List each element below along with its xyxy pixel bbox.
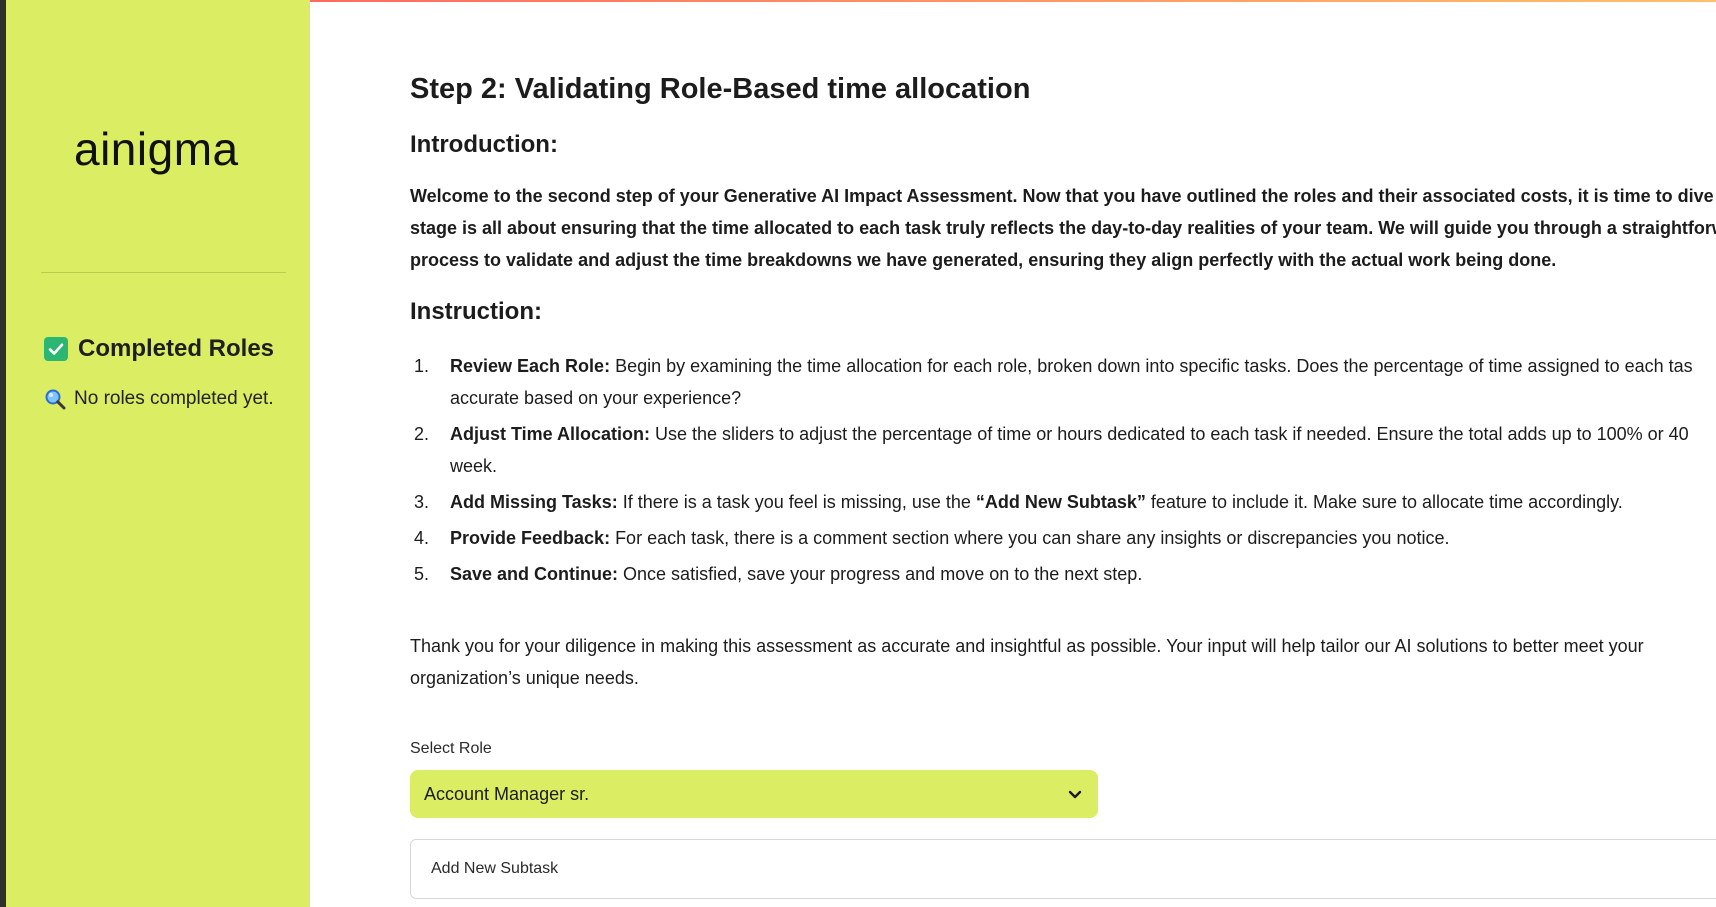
step-number: 2.	[414, 424, 430, 444]
step-text: Use the sliders to adjust the percentage…	[650, 424, 1689, 444]
introduction-text: Welcome to the second step of your Gener…	[410, 180, 1716, 276]
thanks-line: organization’s unique needs.	[410, 668, 639, 688]
instruction-step: 3. Add Missing Tasks: If there is a task…	[410, 486, 1716, 518]
select-role-dropdown[interactable]: Account Manager sr.	[410, 770, 1098, 818]
step-number: 1.	[414, 356, 430, 376]
completed-roles-title: Completed Roles	[78, 335, 275, 362]
step-title: Review Each Role:	[450, 356, 611, 376]
step-number: 3.	[414, 492, 430, 512]
instruction-step: 5. Save and Continue: Once satisfied, sa…	[410, 558, 1716, 590]
thanks-line: Thank you for your diligence in making t…	[410, 636, 1644, 656]
intro-line: stage is all about ensuring that the tim…	[410, 218, 1716, 238]
instruction-step: 2. Adjust Time Allocation: Use the slide…	[410, 418, 1716, 482]
completed-roles-header: Completed Roles	[44, 335, 274, 363]
sidebar: ainigma Completed Roles No roles complet…	[6, 0, 310, 907]
main-content: Step 2: Validating Role-Based time alloc…	[410, 0, 1716, 907]
instruction-step: 1. Review Each Role: Begin by examining …	[410, 350, 1716, 414]
step-text-continued: week.	[450, 456, 498, 476]
instruction-heading: Instruction:	[410, 298, 542, 325]
sidebar-divider	[41, 272, 286, 273]
step-number: 5.	[414, 564, 430, 584]
app-logo: ainigma	[74, 123, 239, 175]
step-title: Add Missing Tasks:	[450, 492, 618, 512]
selected-role-value: Account Manager sr.	[424, 783, 590, 804]
step-text: feature to include it. Make sure to allo…	[1145, 492, 1623, 512]
introduction-heading: Introduction:	[410, 131, 558, 158]
intro-line: Welcome to the second step of your Gener…	[410, 186, 1716, 206]
step-text-continued: accurate based on your experience?	[450, 388, 742, 408]
page-title: Step 2: Validating Role-Based time alloc…	[410, 73, 1031, 105]
instruction-step: 4. Provide Feedback: For each task, ther…	[410, 522, 1716, 554]
step-text: Once satisfied, save your progress and m…	[618, 564, 1143, 584]
add-new-subtask-label: Add New Subtask	[431, 860, 559, 877]
step-text: Begin by examining the time allocation f…	[610, 356, 1693, 376]
step-highlight: “Add New Subtask”	[975, 492, 1146, 512]
step-title: Save and Continue:	[450, 564, 619, 584]
no-roles-message: No roles completed yet.	[44, 388, 274, 410]
instruction-list: 1. Review Each Role: Begin by examining …	[410, 350, 1716, 594]
intro-line: process to validate and adjust the time …	[410, 250, 1557, 270]
no-roles-text: No roles completed yet.	[74, 388, 274, 409]
step-title: Provide Feedback:	[450, 528, 611, 548]
add-new-subtask-expander[interactable]: Add New Subtask	[410, 839, 1716, 899]
step-number: 4.	[414, 528, 430, 548]
step-text: For each task, there is a comment sectio…	[610, 528, 1450, 548]
step-text: If there is a task you feel is missing, …	[617, 492, 976, 512]
select-role-label: Select Role	[410, 740, 492, 757]
thank-you-text: Thank you for your diligence in making t…	[410, 630, 1710, 694]
step-title: Adjust Time Allocation:	[450, 424, 651, 444]
chevron-down-icon	[1068, 790, 1082, 799]
check-box-icon	[44, 337, 68, 361]
magnifier-icon	[45, 389, 66, 410]
